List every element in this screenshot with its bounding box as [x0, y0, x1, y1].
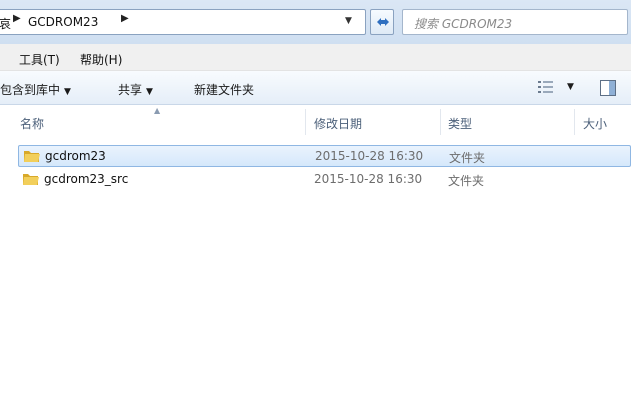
file-modified: 2015-10-28 16:30	[315, 149, 424, 163]
sort-up-icon: ▲	[154, 106, 161, 115]
command-bar: 包含到库中 ▼ 共享 ▼ 新建文件夹 ▼	[0, 71, 631, 105]
file-row[interactable]: gcdrom23_src 2015-10-28 16:30 文件夹	[18, 169, 631, 191]
refresh-icon	[377, 18, 389, 26]
file-name: gcdrom23	[45, 149, 106, 163]
breadcrumb-separator-icon[interactable]: ▶	[121, 13, 129, 24]
folder-icon	[24, 151, 40, 162]
address-bar[interactable]: 哀 ▶ GCDROM23 ▶ ▼	[0, 9, 366, 35]
column-modified[interactable]: 修改日期	[306, 106, 440, 138]
chevron-down-icon: ▼	[64, 87, 71, 97]
preview-pane-icon[interactable]	[599, 79, 617, 97]
column-size-label: 大小	[583, 117, 608, 131]
column-type[interactable]: 类型	[441, 106, 574, 138]
column-modified-label: 修改日期	[314, 117, 363, 131]
search-placeholder: 搜索 GCDROM23	[414, 17, 513, 31]
menu-tools[interactable]: 工具(T)	[19, 51, 60, 68]
breadcrumb-separator-icon[interactable]: ▶	[13, 13, 21, 24]
views-dropdown-icon[interactable]: ▼	[567, 82, 574, 92]
file-type: 文件夹	[449, 151, 486, 165]
views-icon[interactable]	[537, 80, 555, 94]
column-size[interactable]: 大小	[575, 106, 631, 138]
new-folder-button[interactable]: 新建文件夹	[194, 81, 254, 98]
address-bar-row: 哀 ▶ GCDROM23 ▶ ▼ 搜索 GCDROM23	[0, 0, 631, 44]
refresh-button[interactable]	[370, 9, 394, 35]
column-header: ▲ 名称 修改日期 类型 大小	[0, 106, 631, 138]
search-input[interactable]: 搜索 GCDROM23	[402, 9, 628, 35]
include-in-library-button[interactable]: 包含到库中 ▼	[0, 81, 71, 98]
folder-icon	[23, 174, 39, 185]
column-type-label: 类型	[448, 117, 473, 131]
file-row[interactable]: gcdrom23 2015-10-28 16:30 文件夹	[18, 145, 631, 167]
share-button[interactable]: 共享 ▼	[118, 81, 153, 98]
menu-help[interactable]: 帮助(H)	[80, 51, 122, 68]
column-name-label: 名称	[20, 117, 45, 131]
chevron-down-icon: ▼	[146, 87, 153, 97]
breadcrumb-gcdrom23[interactable]: GCDROM23	[28, 15, 98, 29]
column-name[interactable]: ▲ 名称	[0, 106, 305, 138]
address-dropdown-icon[interactable]: ▼	[345, 16, 352, 26]
breadcrumb-partial[interactable]: 哀	[0, 15, 11, 32]
file-type: 文件夹	[448, 174, 485, 188]
file-name: gcdrom23_src	[44, 172, 129, 186]
include-in-library-label: 包含到库中	[0, 83, 61, 97]
share-label: 共享	[118, 83, 143, 97]
file-modified: 2015-10-28 16:30	[314, 172, 423, 186]
menu-bar: 工具(T) 帮助(H)	[0, 44, 631, 71]
